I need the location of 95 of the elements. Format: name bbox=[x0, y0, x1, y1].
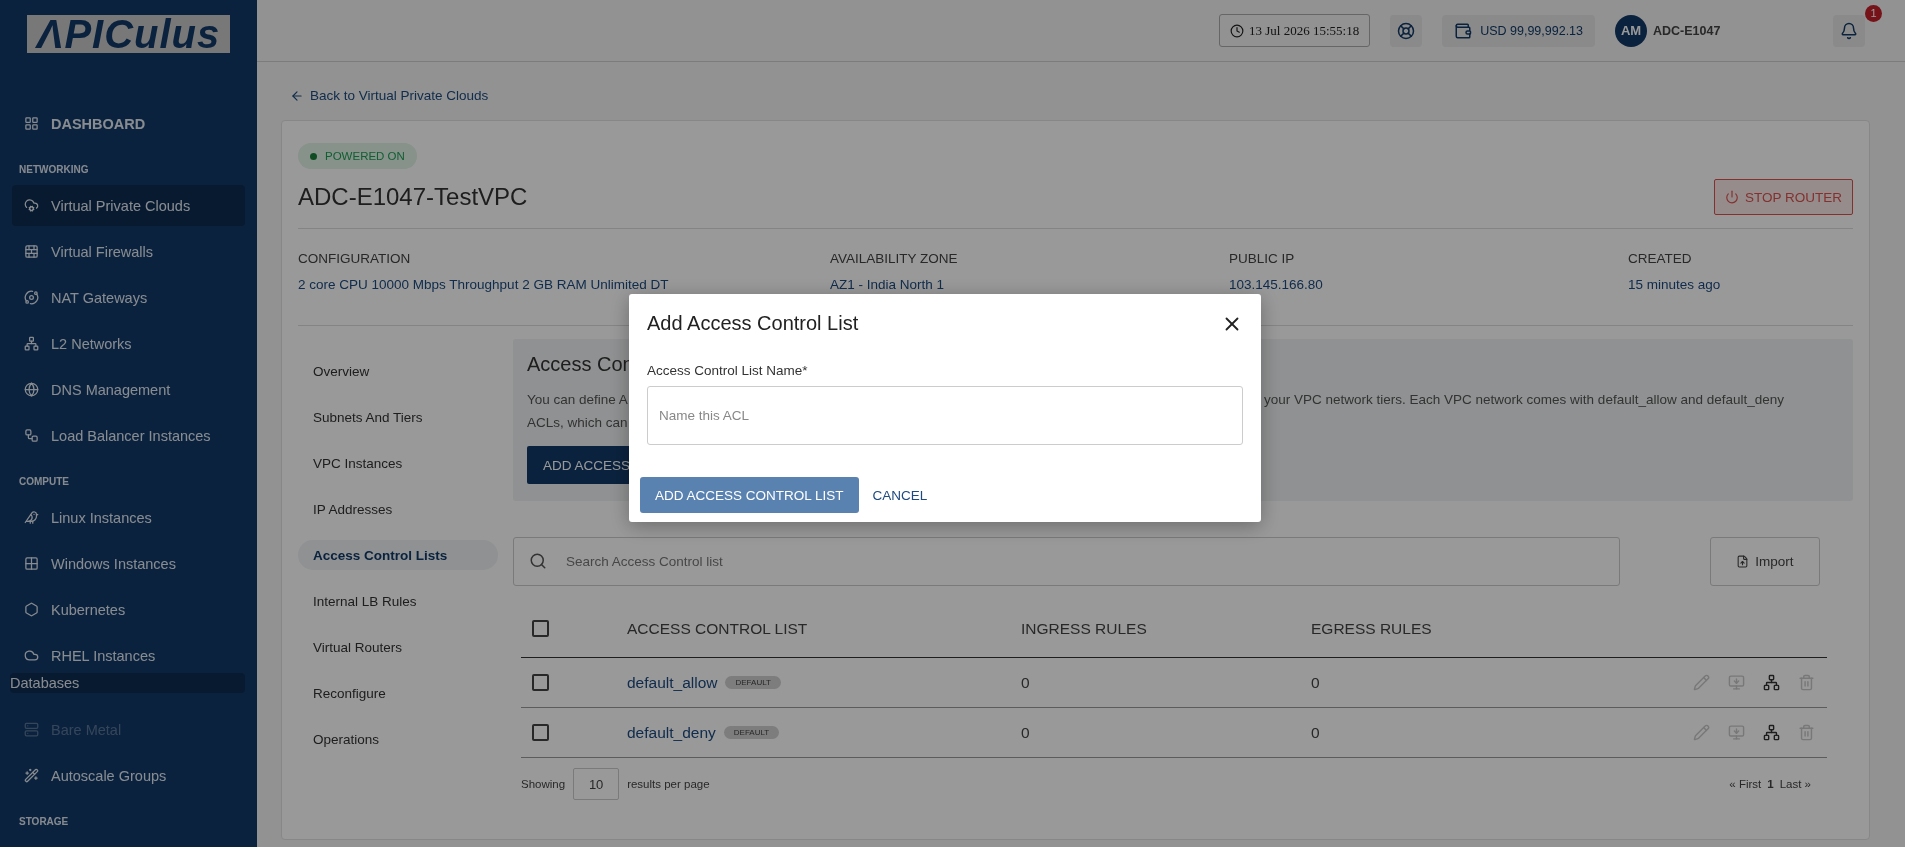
cloud-icon bbox=[24, 198, 39, 213]
stop-router-button[interactable]: STOP ROUTER bbox=[1713, 179, 1853, 215]
detail-label: PUBLIC IP bbox=[1229, 251, 1296, 266]
firewall-icon bbox=[24, 244, 39, 259]
sidebar-section-heading: STORAGE bbox=[18, 815, 70, 829]
sidebar-item[interactable]: Autoscale Groups bbox=[12, 755, 245, 796]
dialog-title: Add Access Control List bbox=[647, 312, 859, 335]
detail-value: 103.145.166.80 bbox=[1229, 277, 1324, 292]
cancel-button[interactable]: CANCEL bbox=[872, 487, 928, 503]
sidebar-item[interactable]: RHEL Instances bbox=[12, 635, 245, 676]
section-tab[interactable]: Virtual Routers bbox=[298, 632, 498, 662]
per-page-field[interactable]: 10 bbox=[573, 768, 620, 800]
table-cell-text: 0 bbox=[1311, 673, 1321, 692]
info-text: ACLs, which can bbox=[527, 414, 628, 432]
first-page-link[interactable]: « First bbox=[1729, 778, 1762, 790]
hexagon-icon bbox=[24, 602, 39, 617]
sidebar-item[interactable]: NAT Gateways bbox=[12, 277, 245, 318]
bell-icon bbox=[1840, 21, 1858, 40]
detail-value: AZ1 - India North 1 bbox=[830, 277, 946, 292]
detail-value: 2 core CPU 10000 Mbps Throughput 2 GB RAM Unlimited DT bbox=[298, 277, 670, 292]
column-header: ACCESS CONTROL LIST bbox=[627, 619, 809, 638]
select-all-checkbox[interactable] bbox=[532, 620, 549, 637]
power-icon bbox=[1724, 190, 1739, 204]
sidebar-item[interactable]: DASHBOARD bbox=[12, 103, 245, 144]
sidebar-section-heading: NETWORKING bbox=[18, 163, 90, 177]
section-tab[interactable]: VPC Instances bbox=[298, 448, 498, 478]
globe-icon bbox=[24, 382, 39, 397]
acl-name-link[interactable]: default_deny bbox=[627, 723, 716, 742]
status-dot-icon bbox=[310, 152, 317, 160]
sidebar-item[interactable]: Linux Instances bbox=[12, 497, 245, 538]
default-tag: DEFAULT bbox=[725, 676, 781, 689]
lifebuoy-icon bbox=[1397, 21, 1416, 40]
detail-label: CONFIGURATION bbox=[298, 251, 412, 266]
network-icon[interactable] bbox=[1763, 674, 1780, 691]
section-tab[interactable]: Internal LB Rules bbox=[298, 586, 498, 616]
sidebar-item[interactable]: Databases bbox=[10, 673, 245, 693]
last-page-link[interactable]: Last » bbox=[1779, 778, 1811, 790]
logo: ΛPICulus bbox=[26, 15, 231, 53]
server-icon bbox=[24, 722, 39, 737]
detail-label: AVAILABILITY ZONE bbox=[830, 251, 959, 266]
wallet-icon bbox=[1454, 21, 1473, 40]
network-icon[interactable] bbox=[1763, 724, 1780, 741]
per-page-label: results per page bbox=[627, 778, 710, 790]
column-header: EGRESS RULES bbox=[1311, 619, 1433, 638]
wand-icon bbox=[24, 768, 39, 783]
clock-icon bbox=[1230, 23, 1244, 38]
sidebar-item[interactable]: DNS Management bbox=[12, 369, 245, 410]
default-tag: DEFAULT bbox=[723, 726, 780, 739]
section-tab[interactable]: Reconfigure bbox=[298, 678, 498, 708]
acl-name-link[interactable]: default_allow bbox=[627, 673, 718, 692]
detail-label: CREATED bbox=[1628, 251, 1693, 266]
detail-value: 15 minutes ago bbox=[1628, 277, 1722, 292]
acl-name-field[interactable]: Name this ACL bbox=[647, 386, 1243, 445]
sidebar-item[interactable]: Virtual Private Clouds bbox=[12, 185, 245, 226]
user-avatar[interactable]: AM bbox=[1615, 14, 1647, 47]
sidebar-section-heading: COMPUTE bbox=[18, 475, 70, 489]
sidebar-item[interactable]: Windows Instances bbox=[12, 543, 245, 584]
status-text: POWERED ON bbox=[325, 150, 405, 162]
column-header: INGRESS RULES bbox=[1021, 619, 1148, 638]
table-cell-text: 0 bbox=[1311, 723, 1321, 742]
section-tab[interactable]: IP Addresses bbox=[298, 494, 498, 524]
sidebar-item[interactable]: Kubernetes bbox=[12, 589, 245, 630]
notification-count: 1 bbox=[1865, 4, 1882, 22]
add-acl-submit-button[interactable]: ADD ACCESS CONTROL LIST bbox=[640, 477, 859, 513]
windows-grid-icon bbox=[24, 556, 39, 571]
vpc-name: ADC-E1047-TestVPC bbox=[298, 183, 528, 211]
info-text: your VPC network tiers. Each VPC network comes with default_allow and default_deny bbox=[1264, 391, 1784, 409]
sidebar-item[interactable]: Load Balancer Instances bbox=[12, 415, 245, 456]
help-button[interactable] bbox=[1390, 14, 1423, 47]
hierarchy-icon bbox=[24, 336, 39, 351]
account-name: ADC-E1047 bbox=[1653, 23, 1721, 38]
table-cell-text: 0 bbox=[1021, 723, 1031, 742]
section-tab[interactable]: Subnets And Tiers bbox=[298, 402, 498, 432]
back-link[interactable]: Back to Virtual Private Clouds bbox=[290, 88, 489, 103]
search-field[interactable]: Search Access Control list bbox=[513, 537, 1620, 586]
section-tab[interactable]: Access Control Lists bbox=[298, 540, 498, 570]
row-checkbox[interactable] bbox=[532, 674, 549, 691]
notifications-button[interactable] bbox=[1833, 14, 1865, 47]
search-icon bbox=[529, 552, 547, 570]
section-tab[interactable]: Overview bbox=[298, 356, 498, 386]
sidebar-item[interactable]: L2 Networks bbox=[12, 323, 245, 364]
dashboard-icon bbox=[24, 116, 39, 131]
row-checkbox[interactable] bbox=[532, 724, 549, 741]
table-cell-text: 0 bbox=[1021, 673, 1031, 692]
file-upload-icon bbox=[1736, 555, 1750, 568]
import-button[interactable]: Import bbox=[1710, 537, 1820, 586]
section-tab[interactable]: Operations bbox=[298, 724, 498, 754]
balance-display[interactable]: USD 99,99,992.13 bbox=[1442, 14, 1595, 47]
info-text: You can define A bbox=[527, 391, 628, 409]
sidebar-item[interactable]: Virtual Firewalls bbox=[12, 231, 245, 272]
bird-icon bbox=[24, 510, 39, 525]
datetime-display: 13 Jul 2026 15:55:18 bbox=[1219, 14, 1371, 47]
showing-label: Showing bbox=[521, 778, 566, 790]
field-label: Access Control List Name* bbox=[647, 363, 809, 378]
page-number[interactable]: 1 bbox=[1767, 778, 1774, 790]
